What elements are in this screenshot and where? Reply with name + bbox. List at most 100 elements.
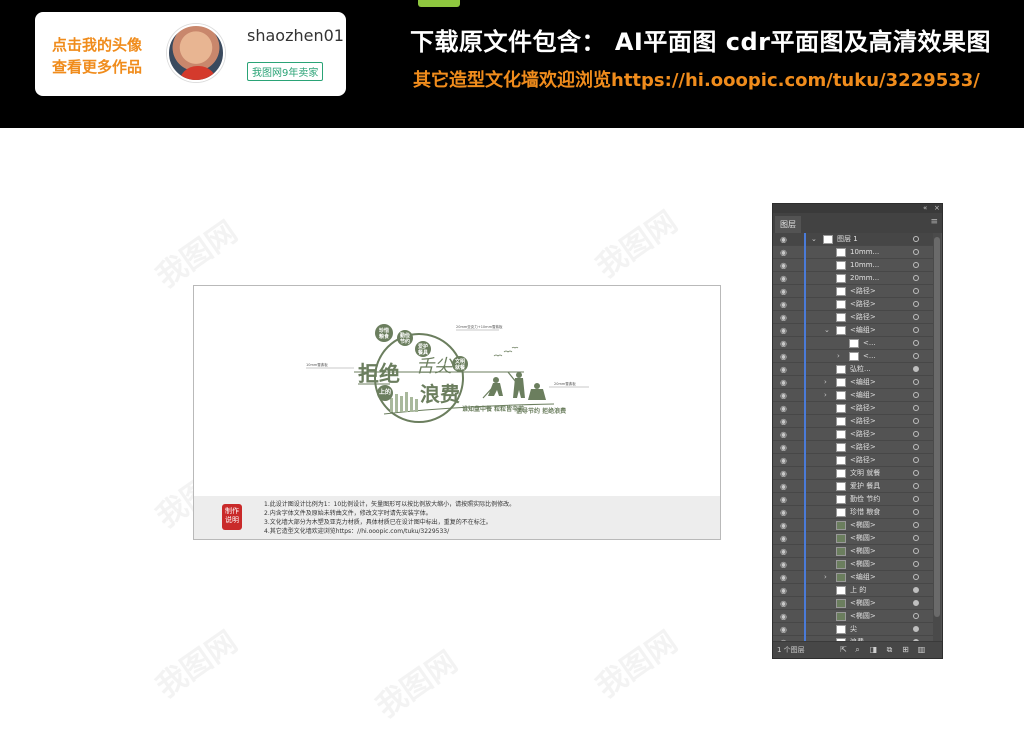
layer-label[interactable]: <椭圆> (850, 519, 876, 532)
layer-label[interactable]: <路径> (850, 285, 876, 298)
target-circle-icon[interactable] (913, 353, 919, 359)
layer-label[interactable]: <... (863, 337, 876, 350)
target-circle-icon[interactable] (913, 561, 919, 567)
collapse-arrow-icon[interactable]: ⌄ (824, 324, 830, 337)
layer-row[interactable]: ◉ 爱护 餐具 (773, 480, 933, 493)
layer-label[interactable]: 10mm... (850, 259, 879, 272)
visibility-eye-icon[interactable]: ◉ (780, 481, 787, 492)
artboard[interactable]: 珍惜粮食 勤俭节约 爱护餐具 文明就餐 拒绝 舌尖 上的 浪费 谁知盘中餐 粒粒… (193, 285, 721, 540)
layer-label[interactable]: <编组> (850, 571, 876, 584)
panel-titlebar[interactable]: « × (773, 204, 942, 213)
layer-label[interactable]: <路径> (850, 428, 876, 441)
layer-label[interactable]: 尖 (850, 623, 857, 636)
layer-row[interactable]: ◉ <路径> (773, 441, 933, 454)
layer-row[interactable]: ◉ › <编组> (773, 389, 933, 402)
layer-row[interactable]: ◉ 10mm... (773, 246, 933, 259)
layer-list-scrollbar[interactable] (933, 233, 941, 641)
visibility-eye-icon[interactable]: ◉ (780, 442, 787, 453)
layer-row[interactable]: ◉ 文明 就餐 (773, 467, 933, 480)
layer-label[interactable]: <椭圆> (850, 610, 876, 623)
expand-arrow-icon[interactable]: › (824, 571, 827, 584)
close-panel-icon[interactable]: × (934, 204, 940, 213)
new-layer-icon[interactable]: ⊞ (901, 645, 910, 654)
layer-row[interactable]: ◉ 弘粒... (773, 363, 933, 376)
layer-label[interactable]: <路径> (850, 402, 876, 415)
layer-label[interactable]: <椭圆> (850, 597, 876, 610)
visibility-eye-icon[interactable]: ◉ (780, 546, 787, 557)
avatar[interactable] (167, 24, 225, 82)
target-circle-icon[interactable] (913, 301, 919, 307)
tab-layers[interactable]: 图层 (775, 216, 801, 233)
visibility-eye-icon[interactable]: ◉ (780, 260, 787, 271)
visibility-eye-icon[interactable]: ◉ (780, 611, 787, 622)
target-circle-icon[interactable] (913, 457, 919, 463)
visibility-eye-icon[interactable]: ◉ (780, 494, 787, 505)
layer-label[interactable]: <路径> (850, 298, 876, 311)
export-icon[interactable]: ⇱ (839, 645, 848, 654)
layer-row[interactable]: ◉ <椭圆> (773, 532, 933, 545)
layer-label[interactable]: <椭圆> (850, 558, 876, 571)
visibility-eye-icon[interactable]: ◉ (780, 598, 787, 609)
visibility-eye-icon[interactable]: ◉ (780, 364, 787, 375)
visibility-eye-icon[interactable]: ◉ (780, 429, 787, 440)
username[interactable]: shaozhen01 (247, 26, 344, 45)
make-clipping-mask-icon[interactable]: ◨ (869, 645, 878, 654)
target-circle-icon[interactable] (913, 509, 919, 515)
layer-label[interactable]: 爱护 餐具 (850, 480, 880, 493)
target-circle-icon[interactable] (913, 470, 919, 476)
visibility-eye-icon[interactable]: ◉ (780, 325, 787, 336)
layer-row[interactable]: ◉ <路径> (773, 428, 933, 441)
layer-row[interactable]: ◉ › <... (773, 350, 933, 363)
promo-line-more-works[interactable]: 查看更多作品 (52, 56, 142, 77)
visibility-eye-icon[interactable]: ◉ (780, 559, 787, 570)
layer-label[interactable]: <路径> (850, 454, 876, 467)
layer-list[interactable]: ◉ ⌄ 图层 1 ◉ 10mm... ◉ 10mm... ◉ 20mm... ◉ <路径> ◉ <路径>… (773, 233, 933, 641)
target-circle-icon[interactable] (913, 626, 919, 632)
layers-panel[interactable]: « × 图层 ≡ ◉ ⌄ 图层 1 ◉ 10mm... ◉ 10mm... ◉ 20mm... ◉… (772, 203, 943, 659)
layer-label[interactable]: 图层 1 (837, 233, 858, 246)
new-sublayer-icon[interactable]: ⧉ (885, 645, 894, 654)
scroll-thumb[interactable] (934, 237, 940, 617)
layer-label[interactable]: 20mm... (850, 272, 879, 285)
target-circle-icon[interactable] (913, 483, 919, 489)
layer-row[interactable]: ◉ <椭圆> (773, 545, 933, 558)
promo-line-click-avatar[interactable]: 点击我的头像 (52, 34, 142, 55)
visibility-eye-icon[interactable]: ◉ (780, 247, 787, 258)
visibility-eye-icon[interactable]: ◉ (780, 273, 787, 284)
layer-label[interactable]: <... (863, 350, 876, 363)
layer-row[interactable]: ◉ 珍惜 粮食 (773, 506, 933, 519)
layer-label[interactable]: 勤俭 节约 (850, 493, 880, 506)
target-circle-icon[interactable] (913, 340, 919, 346)
delete-layer-icon[interactable]: ▥ (917, 645, 926, 654)
layer-row[interactable]: ◉ <路径> (773, 285, 933, 298)
author-profile-card[interactable]: 点击我的头像 查看更多作品 shaozhen01 我图网9年卖家 (35, 12, 346, 96)
layer-row[interactable]: ◉ 20mm... (773, 272, 933, 285)
target-circle-icon[interactable] (913, 613, 919, 619)
target-circle-icon[interactable] (913, 249, 919, 255)
layer-row[interactable]: ◉ 勤俭 节约 (773, 493, 933, 506)
layer-row[interactable]: ◉ ⌄ 图层 1 (773, 233, 933, 246)
panel-menu-icon[interactable]: ≡ (930, 217, 938, 227)
layer-label[interactable]: <椭圆> (850, 545, 876, 558)
layer-row[interactable]: ◉ <路径> (773, 402, 933, 415)
layer-row[interactable]: ◉ <... (773, 337, 933, 350)
expand-arrow-icon[interactable]: › (837, 350, 840, 363)
visibility-eye-icon[interactable]: ◉ (780, 286, 787, 297)
layer-label[interactable]: <编组> (850, 376, 876, 389)
target-circle-icon[interactable] (913, 548, 919, 554)
layer-row[interactable]: ◉ <椭圆> (773, 558, 933, 571)
layer-row[interactable]: ◉ 上 的 (773, 584, 933, 597)
expand-arrow-icon[interactable]: › (824, 389, 827, 402)
target-circle-icon[interactable] (913, 522, 919, 528)
visibility-eye-icon[interactable]: ◉ (780, 390, 787, 401)
target-circle-icon[interactable] (913, 444, 919, 450)
layer-row[interactable]: ◉ <路径> (773, 454, 933, 467)
target-circle-icon[interactable] (913, 600, 919, 606)
target-circle-icon[interactable] (913, 262, 919, 268)
layer-row[interactable]: ◉ <椭圆> (773, 597, 933, 610)
visibility-eye-icon[interactable]: ◉ (780, 624, 787, 635)
visibility-eye-icon[interactable]: ◉ (780, 312, 787, 323)
visibility-eye-icon[interactable]: ◉ (780, 416, 787, 427)
layer-row[interactable]: ◉ <路径> (773, 311, 933, 324)
visibility-eye-icon[interactable]: ◉ (780, 403, 787, 414)
